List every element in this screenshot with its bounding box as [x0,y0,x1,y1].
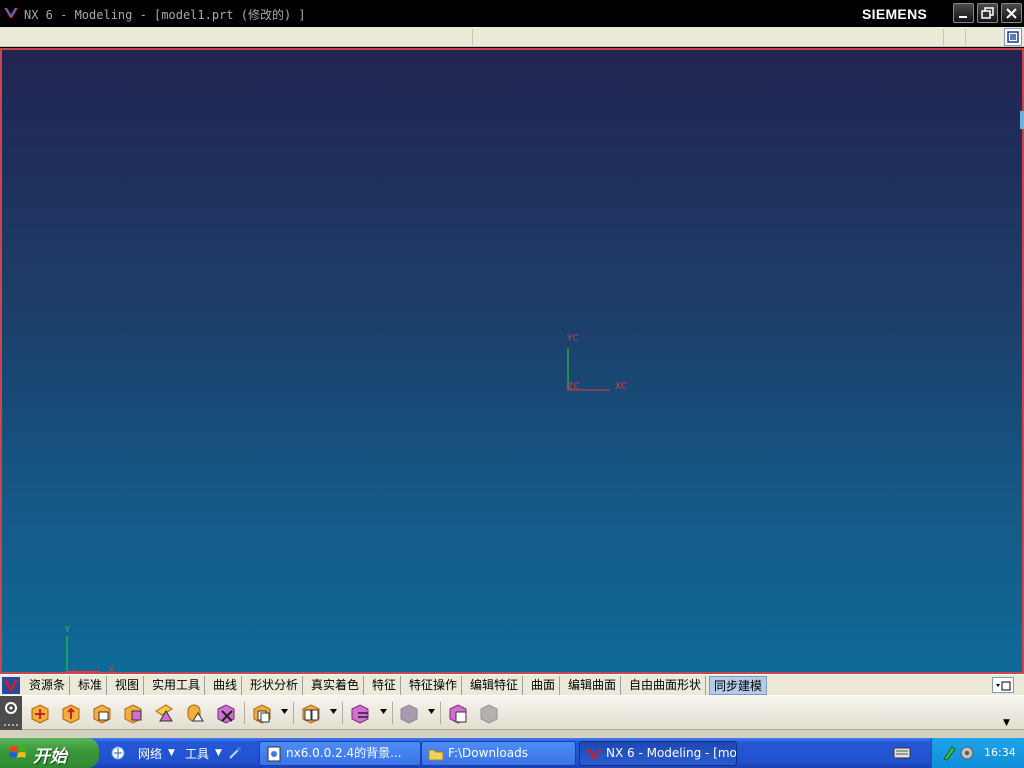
task-button-browser[interactable]: nx6.0.0.2.4的背景... [259,741,421,766]
synchronous-modeling-toolbar[interactable]: ▼ [0,695,1024,731]
reuse-icon[interactable] [397,701,421,725]
task-button-explorer[interactable]: F:\Downloads [421,741,576,766]
keyboard-icon[interactable] [893,746,911,760]
paste-face-icon[interactable] [348,701,372,725]
toolbar-options-button[interactable] [992,677,1014,693]
menu-separator [965,29,966,45]
resize-face-icon[interactable] [183,701,207,725]
folder-icon [428,749,444,761]
quicklaunch-network[interactable]: 网络 [138,745,162,762]
nx-app-icon [4,7,18,18]
move-face-icon[interactable] [28,701,52,725]
toolbar-separator [293,702,294,724]
wcs-x-label: XC [615,382,628,392]
cross-section-icon[interactable] [477,701,501,725]
nx-menu-icon[interactable] [2,677,20,694]
tab-freeform-shape[interactable]: 自由曲面形状 [625,676,707,695]
chevron-down-icon[interactable] [330,709,337,715]
side-resource-tab[interactable] [1020,111,1024,129]
triad-y-label: Y [65,625,70,634]
full-screen-button[interactable] [1004,28,1022,46]
pull-face-icon[interactable] [59,701,83,725]
task-button-nx[interactable]: NX 6 - Modeling - [mo... [579,741,737,766]
gear-icon [4,702,18,726]
chevron-down-icon[interactable]: ▼ [215,748,222,758]
tab-resource-bar[interactable]: 资源条 [25,676,71,695]
toolbar-separator [392,702,393,724]
tab-utilities[interactable]: 实用工具 [148,676,206,695]
tab-curves[interactable]: 曲线 [209,676,243,695]
status-strip [0,730,1024,738]
toolbar-options-icon [996,681,1011,691]
resize-blend-icon[interactable] [152,701,176,725]
toolbar-separator [440,702,441,724]
window-title: NX 6 - Modeling - [model1.prt (修改的) ] [24,8,306,22]
replace-face-icon[interactable] [121,701,145,725]
chevron-down-icon[interactable] [428,709,435,715]
menu-separator [943,29,944,45]
group-face-icon[interactable] [446,701,470,725]
close-icon [1006,8,1017,19]
chevron-down-icon[interactable]: ▼ [168,748,175,758]
chevron-down-icon[interactable] [281,709,288,715]
toolbar-grip[interactable] [0,696,22,731]
wcs-z-label: ZC [567,382,581,392]
tray-sound-icon[interactable] [959,745,975,761]
system-tray[interactable]: 16:34 [931,738,1024,768]
quicklaunch-app-icon[interactable] [228,746,242,760]
toolbar-overflow-icon[interactable]: ▼ [1003,718,1010,728]
tab-synchronous-modeling[interactable]: 同步建模 [709,676,768,695]
restore-button[interactable] [977,3,998,23]
cut-face-icon[interactable] [299,701,323,725]
tab-standard[interactable]: 标准 [74,676,108,695]
menu-bar[interactable] [0,27,1024,47]
toolbar-separator [342,702,343,724]
copy-face-icon[interactable] [250,701,274,725]
restore-icon [981,7,994,19]
wcs-y-label: YC [567,334,580,344]
minimize-icon [959,16,967,18]
toolbar-separator [244,702,245,724]
tab-edit-surface[interactable]: 编辑曲面 [564,676,622,695]
triad-x-label: X [109,665,115,674]
toolbar-tab-bar[interactable]: 资源条 标准 视图 实用工具 曲线 形状分析 真实着色 特征 特征操作 编辑特征… [0,674,1024,695]
delete-face-icon[interactable] [214,701,238,725]
tray-app-icon[interactable] [942,745,956,761]
siemens-logo: SIEMENS [862,6,928,22]
minimize-button[interactable] [953,3,974,23]
chevron-down-icon[interactable] [380,709,387,715]
task-label: F:\Downloads [448,746,528,760]
task-label: nx6.0.0.2.4的背景... [286,746,402,760]
tab-shape-analysis[interactable]: 形状分析 [246,676,304,695]
tab-feature[interactable]: 特征 [368,676,402,695]
view-triad-icon [66,636,100,673]
nx-app-icon [587,749,601,759]
start-label: 开始 [33,747,67,767]
task-label: NX 6 - Modeling - [mo... [606,746,737,760]
tab-true-shading[interactable]: 真实着色 [307,676,365,695]
graphics-window[interactable]: YC ZC XC Y X [0,48,1024,674]
tab-surface[interactable]: 曲面 [527,676,561,695]
tab-view[interactable]: 视图 [111,676,145,695]
windows-logo-icon [9,746,27,758]
tab-feature-operation[interactable]: 特征操作 [405,676,463,695]
offset-region-icon[interactable] [90,701,114,725]
title-bar[interactable]: NX 6 - Modeling - [model1.prt (修改的) ] SI… [0,0,1024,27]
full-screen-icon [1007,31,1019,43]
quicklaunch-tools[interactable]: 工具 [185,745,209,762]
document-icon [267,746,281,762]
taskbar-clock[interactable]: 16:34 [984,746,1016,759]
tab-edit-feature[interactable]: 编辑特征 [466,676,524,695]
menu-separator [472,29,473,45]
windows-taskbar[interactable]: 开始 网络 ▼ 工具 ▼ nx6.0.0.2.4的背景... F:\Downlo… [0,738,1024,768]
network-icon[interactable] [111,746,125,760]
start-button[interactable]: 开始 [0,738,99,768]
close-button[interactable] [1001,3,1022,23]
